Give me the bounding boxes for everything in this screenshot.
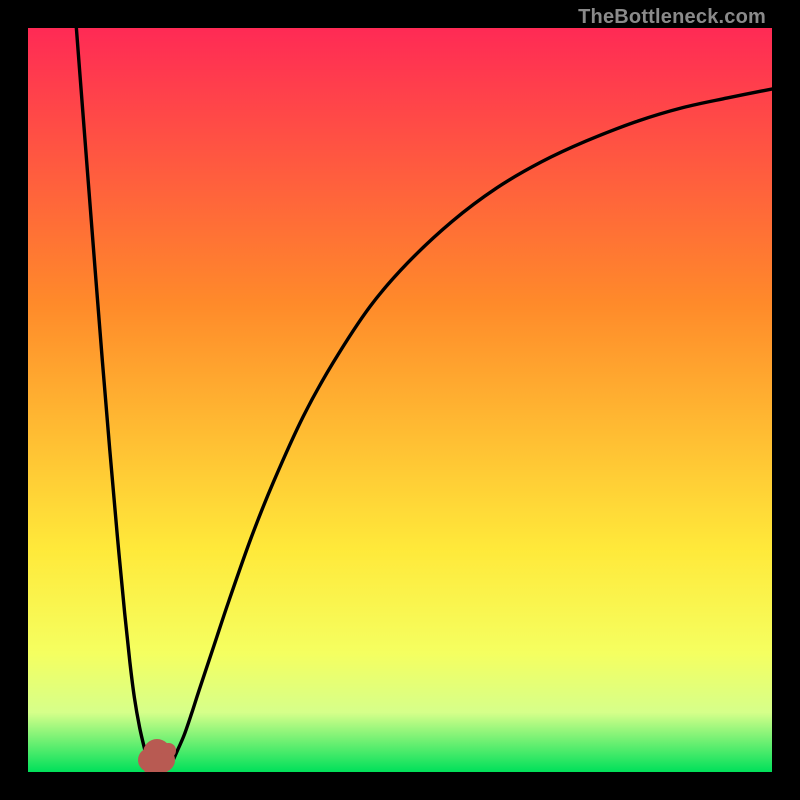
watermark-label: TheBottleneck.com [578, 6, 766, 29]
chart-curves [28, 28, 772, 772]
left-branch-curve [76, 28, 150, 765]
bottom-marker [161, 743, 176, 758]
chart-frame: TheBottleneck.com [0, 0, 800, 800]
right-branch-curve [169, 89, 772, 765]
plot-area [28, 28, 772, 772]
